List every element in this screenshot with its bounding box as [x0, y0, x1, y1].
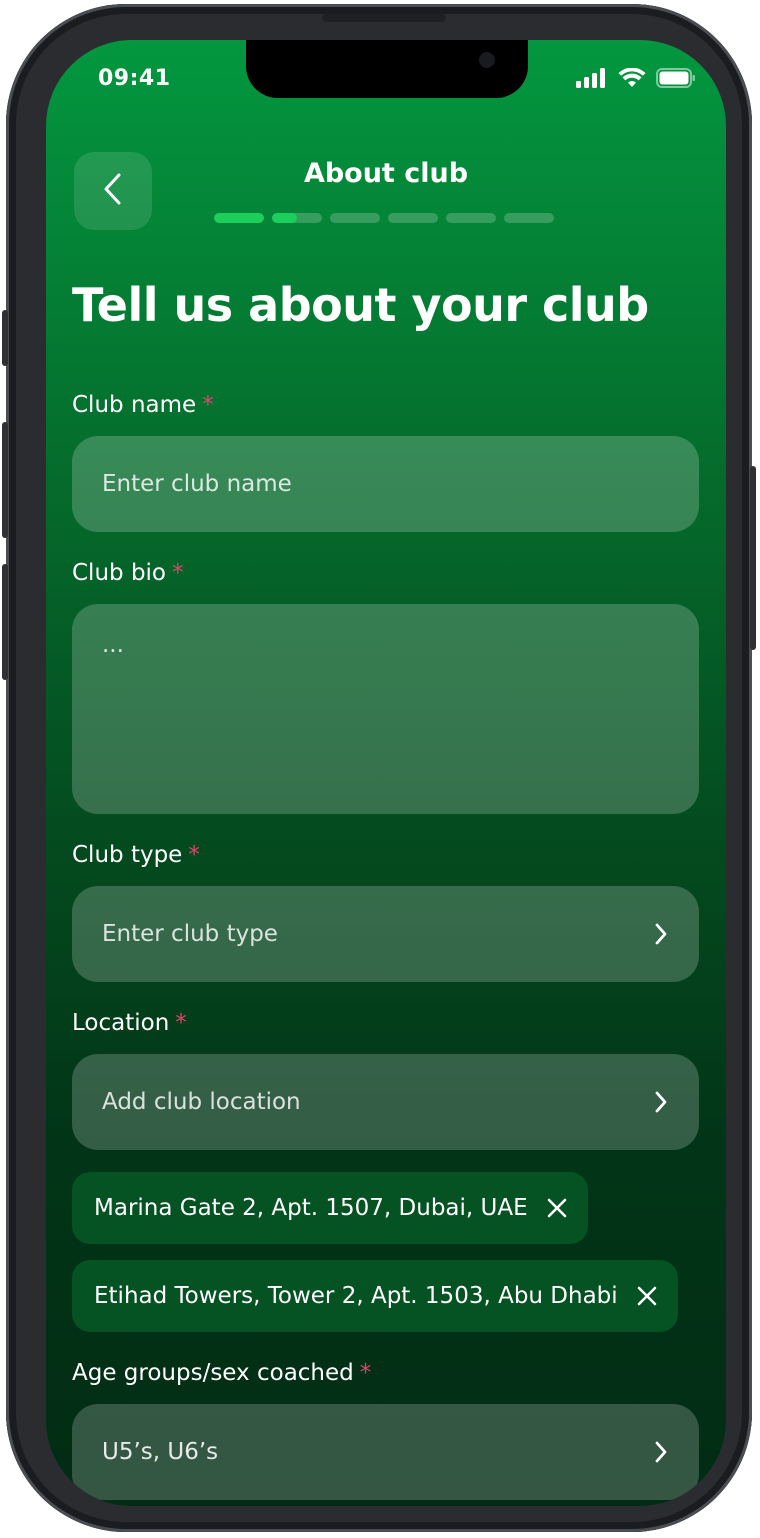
age-groups-select[interactable]: U5’s, U6’s	[72, 1404, 699, 1500]
page-title: Tell us about your club	[72, 278, 649, 332]
club-bio-placeholder: ...	[102, 632, 124, 658]
location-chip: Etihad Towers, Tower 2, Apt. 1503, Abu D…	[72, 1260, 678, 1332]
club-type-placeholder: Enter club type	[102, 921, 278, 947]
location-chip-text: Etihad Towers, Tower 2, Apt. 1503, Abu D…	[94, 1283, 618, 1309]
header-title: About club	[303, 158, 469, 189]
required-mark: *	[188, 842, 200, 868]
progress-step-fill	[272, 213, 297, 223]
progress-step-5	[446, 213, 496, 223]
location-chip: Marina Gate 2, Apt. 1507, Dubai, UAE	[72, 1172, 588, 1244]
age-groups-label: Age groups/sex coached *	[72, 1360, 371, 1386]
club-type-label-text: Club type	[72, 842, 183, 868]
age-groups-value: U5’s, U6’s	[102, 1439, 219, 1465]
volume-down-button	[2, 564, 8, 680]
status-time: 09:41	[98, 66, 171, 91]
close-icon[interactable]	[546, 1197, 568, 1219]
progress-step-3	[330, 213, 380, 223]
location-label: Location *	[72, 1010, 187, 1036]
volume-up-button	[2, 422, 8, 538]
close-icon[interactable]	[636, 1285, 658, 1307]
notch	[246, 40, 528, 98]
required-mark: *	[359, 1360, 372, 1386]
chevron-right-icon	[653, 1090, 669, 1114]
progress-step-fill	[214, 213, 264, 223]
progress-step-1	[214, 213, 264, 223]
location-placeholder: Add club location	[102, 1089, 301, 1115]
club-bio-label-text: Club bio	[72, 560, 166, 586]
location-label-text: Location	[72, 1010, 170, 1036]
required-mark: *	[175, 1010, 187, 1036]
required-mark: *	[172, 560, 184, 586]
club-name-label-text: Club name	[72, 392, 197, 418]
chevron-right-icon	[653, 1440, 669, 1464]
screen: 09:41 About club Tell us about your club…	[46, 40, 726, 1506]
location-select[interactable]: Add club location	[72, 1054, 699, 1150]
club-type-select[interactable]: Enter club type	[72, 886, 699, 982]
club-bio-label: Club bio *	[72, 560, 184, 586]
camera	[479, 52, 495, 68]
required-mark: *	[202, 392, 214, 418]
wifi-icon	[618, 67, 646, 92]
progress-step-2	[272, 213, 322, 223]
club-type-label: Club type *	[72, 842, 200, 868]
chevron-right-icon	[653, 922, 669, 946]
progress-step-4	[388, 213, 438, 223]
power-button	[750, 466, 756, 650]
progress-indicator	[214, 213, 554, 223]
club-name-input[interactable]: Enter club name	[72, 436, 699, 532]
club-name-label: Club name *	[72, 392, 214, 418]
location-chip-text: Marina Gate 2, Apt. 1507, Dubai, UAE	[94, 1195, 528, 1221]
progress-step-6	[504, 213, 554, 223]
club-bio-textarea[interactable]: ...	[72, 604, 699, 814]
age-groups-label-text: Age groups/sex coached	[72, 1360, 354, 1386]
mute-switch	[2, 310, 8, 366]
phone-frame: 09:41 About club Tell us about your club…	[2, 4, 756, 1532]
cellular-signal-icon	[576, 68, 608, 92]
status-icons	[576, 67, 696, 92]
speaker-grille	[322, 14, 446, 22]
battery-icon	[656, 68, 696, 92]
club-name-placeholder: Enter club name	[102, 471, 292, 497]
